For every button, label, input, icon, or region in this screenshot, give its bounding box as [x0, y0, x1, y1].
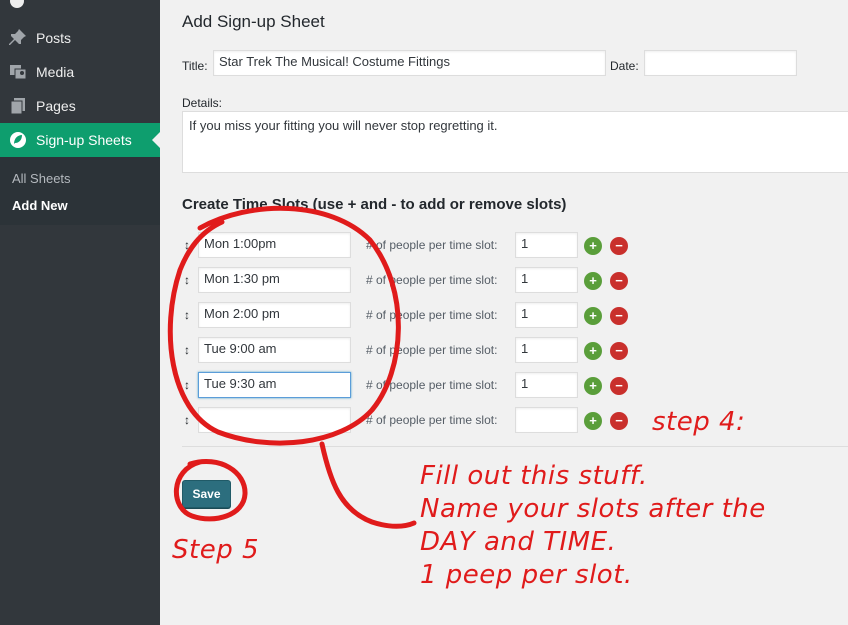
people-count-input[interactable]: 1 — [515, 337, 578, 363]
slot-name-input[interactable]: Tue 9:00 am — [198, 337, 351, 363]
people-per-slot-label: # of people per time slot: — [366, 308, 498, 322]
slot-name-input[interactable]: Mon 1:00pm — [198, 232, 351, 258]
title-label: Title: — [182, 59, 208, 73]
people-count-input[interactable]: 1 — [515, 302, 578, 328]
remove-slot-button[interactable]: − — [610, 377, 628, 395]
submenu-item-all-sheets[interactable]: All Sheets — [12, 171, 71, 186]
time-slot-row: ↕ Tue 9:30 am # of people per time slot:… — [182, 372, 642, 398]
sidebar-item-label: Pages — [36, 98, 76, 114]
slot-name-input[interactable]: Mon 1:30 pm — [198, 267, 351, 293]
remove-slot-button[interactable]: − — [610, 272, 628, 290]
date-label: Date: — [610, 59, 639, 73]
people-count-input[interactable]: 1 — [515, 232, 578, 258]
slot-name-input[interactable] — [198, 407, 351, 433]
add-slot-button[interactable]: + — [584, 412, 602, 430]
remove-slot-button[interactable]: − — [610, 307, 628, 325]
add-slot-button[interactable]: + — [584, 237, 602, 255]
remove-slot-button[interactable]: − — [610, 412, 628, 430]
pushpin-icon — [8, 28, 28, 48]
drag-handle-icon[interactable]: ↕ — [182, 341, 192, 359]
time-slot-row: ↕ Mon 1:30 pm # of people per time slot:… — [182, 267, 642, 293]
slot-name-input[interactable]: Mon 2:00 pm — [198, 302, 351, 328]
sidebar-item-media[interactable]: Media — [0, 55, 160, 89]
signup-leaf-icon — [8, 130, 28, 150]
time-slot-row: ↕ Mon 1:00pm # of people per time slot: … — [182, 232, 642, 258]
media-icon — [8, 62, 28, 82]
people-count-input[interactable]: 1 — [515, 267, 578, 293]
instruction-line: Name your slots after the — [420, 494, 766, 524]
page-title: Add Sign-up Sheet — [182, 12, 325, 31]
drag-handle-icon[interactable]: ↕ — [182, 306, 192, 324]
sidebar-item-signup-sheets[interactable]: Sign-up Sheets — [0, 123, 160, 157]
dashboard-icon — [10, 0, 24, 8]
drag-handle-icon[interactable]: ↕ — [182, 236, 192, 254]
sidebar-item-pages[interactable]: Pages — [0, 89, 160, 123]
people-per-slot-label: # of people per time slot: — [366, 273, 498, 287]
slot-name-input[interactable]: Tue 9:30 am — [198, 372, 351, 398]
time-slots-heading: Create Time Slots (use + and - to add or… — [182, 196, 567, 213]
add-slot-button[interactable]: + — [584, 342, 602, 360]
date-input[interactable] — [644, 50, 797, 76]
people-per-slot-label: # of people per time slot: — [366, 343, 498, 357]
instruction-line: DAY and TIME. — [420, 527, 617, 557]
sidebar-item-label: Media — [36, 64, 75, 80]
sidebar-item-label: Posts — [36, 30, 72, 46]
sidebar-item-dashboard-partial[interactable] — [0, 0, 160, 14]
details-label: Details: — [182, 96, 223, 110]
add-slot-button[interactable]: + — [584, 377, 602, 395]
sidebar-item-posts[interactable]: Posts — [0, 21, 160, 55]
pages-icon — [8, 96, 28, 116]
people-per-slot-label: # of people per time slot: — [366, 413, 498, 427]
save-button[interactable]: Save — [182, 480, 231, 508]
details-textarea[interactable]: If you miss your fitting you will never … — [182, 111, 848, 173]
divider — [182, 446, 848, 447]
submenu-item-add-new[interactable]: Add New — [12, 198, 68, 213]
people-per-slot-label: # of people per time slot: — [366, 238, 498, 252]
step5-annotation: Step 5 — [172, 535, 260, 565]
drag-handle-icon[interactable]: ↕ — [182, 411, 192, 429]
signup-submenu: All Sheets Add New — [0, 157, 160, 225]
remove-slot-button[interactable]: − — [610, 237, 628, 255]
instruction-line: Fill out this stuff. — [420, 461, 648, 491]
step4-annotation: step 4: — [652, 407, 746, 437]
remove-slot-button[interactable]: − — [610, 342, 628, 360]
instruction-line: 1 peep per slot. — [420, 560, 633, 590]
sidebar-item-label: Sign-up Sheets — [36, 132, 132, 148]
drag-handle-icon[interactable]: ↕ — [182, 271, 192, 289]
title-input[interactable]: Star Trek The Musical! Costume Fittings — [213, 50, 606, 76]
time-slot-row: ↕ Mon 2:00 pm # of people per time slot:… — [182, 302, 642, 328]
drag-handle-icon[interactable]: ↕ — [182, 376, 192, 394]
time-slot-row: ↕ Tue 9:00 am # of people per time slot:… — [182, 337, 642, 363]
people-per-slot-label: # of people per time slot: — [366, 378, 498, 392]
people-count-input[interactable]: 1 — [515, 372, 578, 398]
add-slot-button[interactable]: + — [584, 272, 602, 290]
add-slot-button[interactable]: + — [584, 307, 602, 325]
time-slot-row: ↕ # of people per time slot: + − — [182, 407, 642, 433]
people-count-input[interactable] — [515, 407, 578, 433]
admin-sidebar: Posts Media Pages Sign-up Sheets All She… — [0, 0, 160, 625]
